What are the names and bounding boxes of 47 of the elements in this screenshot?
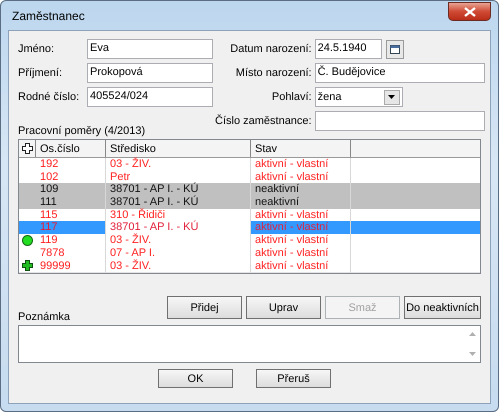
dialog-button[interactable]: OK	[158, 369, 233, 388]
table-row[interactable]: 7878 07 - AP I. aktivní - vlastní	[19, 246, 480, 260]
table-cell: aktivní - vlastní	[251, 260, 351, 274]
table-row[interactable]: 117 38701 - AP I. - KÚ aktivní - vlastní	[19, 221, 480, 234]
table-row[interactable]: 109 38701 - AP I. - KÚ neaktivní	[19, 183, 480, 196]
field-label: Místo narození:	[234, 67, 313, 79]
table-row[interactable]: 119 03 - ŽIV. aktivní - vlastní	[19, 234, 480, 247]
column-header[interactable]: Os.číslo	[36, 140, 106, 157]
scroll-down-icon[interactable]	[468, 352, 476, 356]
plus-icon	[22, 260, 33, 272]
text-field[interactable]: Č. Budějovice	[314, 63, 485, 83]
calendar-button[interactable]	[386, 40, 404, 58]
text-field[interactable]	[314, 111, 485, 131]
field-label: Poznámka	[18, 311, 71, 323]
field-label: Rodné číslo:	[18, 91, 80, 103]
field-label: Jméno:	[18, 43, 56, 55]
column-header[interactable]: Středisko	[106, 140, 251, 157]
field-label: Pohlaví:	[270, 91, 313, 103]
section-label: Pracovní poměry (4/2013)	[18, 125, 146, 137]
table-row[interactable]: 111 38701 - AP I. - KÚ neaktivní	[19, 196, 480, 209]
field-label: Číslo zaměstnance:	[215, 115, 313, 127]
text-field[interactable]: Prokopová	[87, 63, 213, 83]
action-button[interactable]: Uprav	[246, 296, 321, 319]
text-field[interactable]: 405524/024	[87, 87, 213, 107]
table-cell: 03 - ŽIV.	[106, 260, 251, 274]
field-label: Datum narození:	[229, 43, 313, 55]
text-field[interactable]: Eva	[87, 39, 213, 59]
gender-dropdown[interactable]: žena	[314, 87, 403, 107]
table-cell: 99999	[36, 260, 106, 274]
close-icon	[464, 6, 476, 16]
table-row[interactable]: 102 Petr aktivní - vlastní	[19, 170, 480, 184]
circle-icon	[22, 234, 33, 246]
column-header[interactable]: Stav	[251, 140, 351, 157]
text-field[interactable]: 24.5.1940	[314, 39, 382, 59]
window-title: Zaměstnanec	[11, 8, 85, 22]
action-button[interactable]: Přidej	[167, 296, 242, 319]
scroll-up-icon[interactable]	[468, 332, 476, 336]
field-label: Příjmení:	[18, 67, 64, 79]
dropdown-arrow-icon	[388, 95, 396, 99]
dialog-button[interactable]: Přeruš	[256, 369, 331, 388]
table-row[interactable]: 99999 03 - ŽIV. aktivní - vlastní	[19, 260, 480, 272]
note-field[interactable]	[18, 325, 481, 363]
plus-icon	[22, 143, 32, 154]
action-button[interactable]: Do neaktivních	[404, 296, 481, 319]
table-row[interactable]: 115 310 - Řidiči aktivní - vlastní	[19, 208, 480, 222]
calendar-icon	[390, 44, 400, 54]
close-button[interactable]	[448, 2, 491, 21]
